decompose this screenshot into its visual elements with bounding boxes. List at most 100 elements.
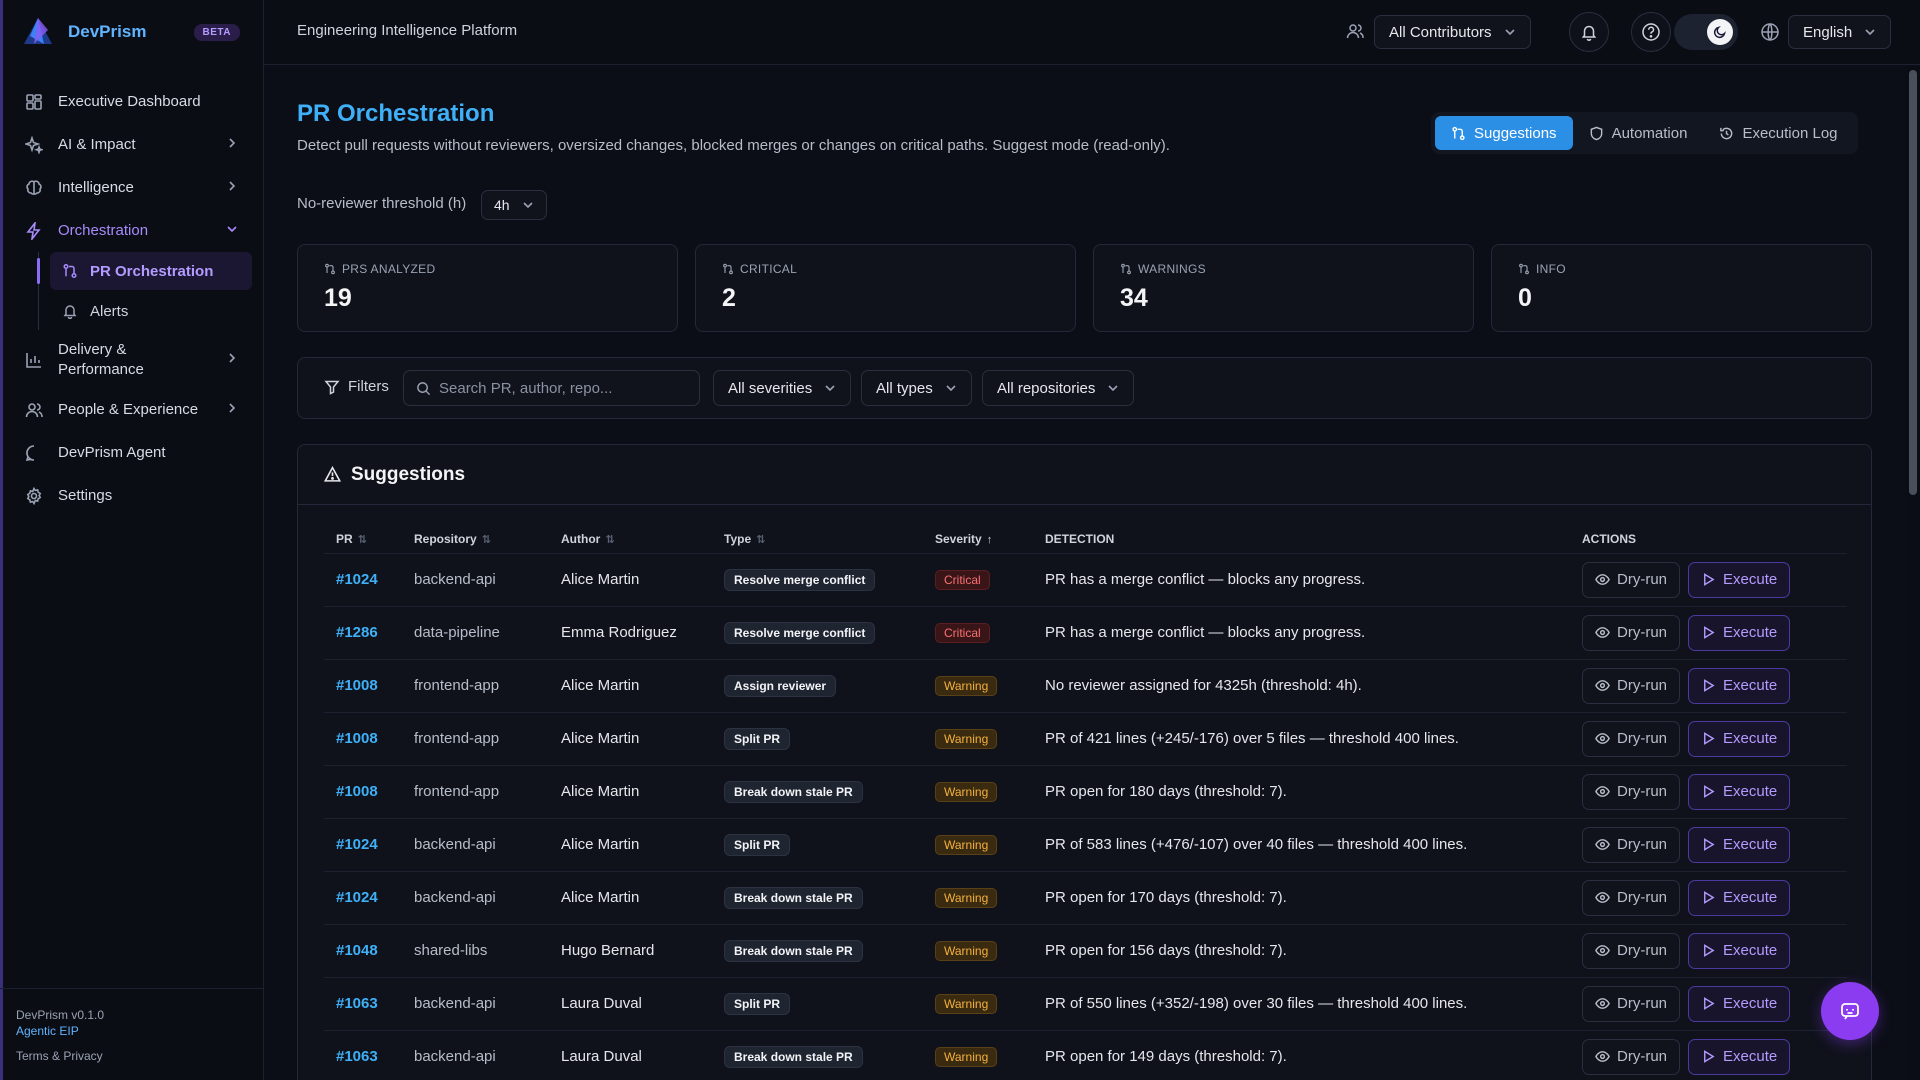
tab-suggestions[interactable]: Suggestions <box>1435 116 1573 150</box>
dry-run-label: Dry-run <box>1617 571 1668 588</box>
severity-filter-select[interactable]: All severities <box>713 370 852 406</box>
help-icon <box>1641 22 1661 42</box>
sidebar-item-delivery-performance[interactable]: Delivery & Performance <box>12 332 252 388</box>
column-header-author[interactable]: Author ⇅ <box>549 525 712 553</box>
detection-cell: No reviewer assigned for 4325h (threshol… <box>1033 658 1570 712</box>
execute-button[interactable]: Execute <box>1688 826 1791 863</box>
language-select[interactable]: English <box>1788 15 1892 49</box>
execute-button[interactable]: Execute <box>1688 561 1791 598</box>
stat-label: WARNINGS <box>1138 262 1206 276</box>
stat-label: PRS ANALYZED <box>342 262 436 276</box>
theme-toggle[interactable] <box>1674 14 1738 50</box>
dry-run-button[interactable]: Dry-run <box>1582 720 1681 757</box>
dry-run-button[interactable]: Dry-run <box>1582 561 1681 598</box>
sidebar-item-ai-impact[interactable]: AI & Impact <box>12 123 252 166</box>
sidebar-item-executive-dashboard[interactable]: Executive Dashboard <box>12 80 252 123</box>
threshold-select[interactable]: 4h <box>481 190 547 220</box>
dry-run-button[interactable]: Dry-run <box>1582 826 1681 863</box>
actions-cell: Dry-run Execute <box>1570 1029 1847 1080</box>
table-row: #1024 backend-api Alice Martin Resolve merg… <box>324 552 1847 606</box>
pr-number-link[interactable]: #1024 <box>324 817 402 871</box>
detection-cell: PR has a merge conflict — blocks any pro… <box>1033 552 1570 606</box>
notifications-button[interactable] <box>1569 12 1609 52</box>
scrollbar-thumb[interactable] <box>1909 70 1917 495</box>
help-button[interactable] <box>1631 12 1671 52</box>
pr-number-link[interactable]: #1008 <box>324 764 402 818</box>
sidebar-item-orchestration[interactable]: Orchestration <box>12 209 252 252</box>
repository-cell: backend-api <box>402 976 549 1030</box>
severity-badge: Warning <box>935 675 998 696</box>
pr-number-link[interactable]: #1063 <box>324 976 402 1030</box>
execute-label: Execute <box>1723 571 1778 588</box>
severity-cell: Warning <box>923 711 1033 765</box>
suggestions-table: PR ⇅ Repository ⇅ Author ⇅ Type ⇅ Severity ↑ … <box>324 525 1847 1080</box>
sidebar-subitem-alerts[interactable]: Alerts <box>50 292 252 330</box>
pr-number-link[interactable]: #1063 <box>324 1029 402 1080</box>
pr-number-link[interactable]: #1286 <box>324 605 402 659</box>
pr-number-link[interactable]: #1008 <box>324 711 402 765</box>
sidebar-subitem-pr-orchestration[interactable]: PR Orchestration <box>37 252 252 290</box>
execute-button[interactable]: Execute <box>1688 667 1791 704</box>
execute-button[interactable]: Execute <box>1688 720 1791 757</box>
table-row: #1024 backend-api Alice Martin Break down s… <box>324 870 1847 924</box>
column-header-label: Repository <box>414 531 477 546</box>
severity-badge: Critical <box>935 569 990 590</box>
detection-cell: PR open for 170 days (threshold: 7). <box>1033 870 1570 924</box>
sidebar-item-intelligence[interactable]: Intelligence <box>12 166 252 209</box>
suggestions-card-header: Suggestions <box>298 445 1871 505</box>
execute-button[interactable]: Execute <box>1688 985 1791 1022</box>
contributors-select[interactable]: All Contributors <box>1374 15 1531 49</box>
stat-value: 2 <box>722 284 736 312</box>
column-header-repository[interactable]: Repository ⇅ <box>402 525 549 553</box>
bot-chat-icon <box>1838 999 1862 1023</box>
pr-number-link[interactable]: #1048 <box>324 923 402 977</box>
sidebar-item-devprism-agent[interactable]: DevPrism Agent <box>12 431 252 474</box>
type-filter-select[interactable]: All types <box>861 370 972 406</box>
sidebar-item-label: Intelligence <box>58 179 134 196</box>
search-input[interactable] <box>439 379 679 397</box>
page-scrollbar[interactable] <box>1906 66 1920 1080</box>
gear-icon <box>24 486 44 506</box>
pr-number-link[interactable]: #1024 <box>324 552 402 606</box>
column-header-label: ACTIONS <box>1582 531 1636 546</box>
search-box[interactable] <box>403 370 700 406</box>
assistant-chat-button[interactable] <box>1821 982 1879 1040</box>
column-header-severity[interactable]: Severity ↑ <box>923 525 1033 553</box>
top-header: Engineering Intelligence Platform All Co… <box>264 0 1920 65</box>
execute-button[interactable]: Execute <box>1688 879 1791 916</box>
git-pull-request-icon <box>1451 126 1466 141</box>
execute-button[interactable]: Execute <box>1688 932 1791 969</box>
dry-run-button[interactable]: Dry-run <box>1582 773 1681 810</box>
dry-run-button[interactable]: Dry-run <box>1582 1038 1681 1075</box>
sidebar-item-people-experience[interactable]: People & Experience <box>12 388 252 431</box>
sidebar-footer: DevPrism v0.1.0 Agentic EIP Terms & Priv… <box>0 988 264 1064</box>
dry-run-button[interactable]: Dry-run <box>1582 879 1681 916</box>
column-header-label: Severity <box>935 531 982 546</box>
chevron-right-icon <box>226 350 238 370</box>
dry-run-button[interactable]: Dry-run <box>1582 667 1681 704</box>
dry-run-label: Dry-run <box>1617 677 1668 694</box>
play-icon <box>1701 890 1716 905</box>
brand[interactable]: DevPrism BETA <box>20 12 250 52</box>
column-header-type[interactable]: Type ⇅ <box>712 525 923 553</box>
actions-cell: Dry-run Execute <box>1570 764 1847 818</box>
pr-number-link[interactable]: #1008 <box>324 658 402 712</box>
dry-run-button[interactable]: Dry-run <box>1582 932 1681 969</box>
dry-run-button[interactable]: Dry-run <box>1582 985 1681 1022</box>
warning-triangle-icon <box>324 466 341 483</box>
execute-button[interactable]: Execute <box>1688 1038 1791 1075</box>
execute-button[interactable]: Execute <box>1688 773 1791 810</box>
repository-filter-select[interactable]: All repositories <box>982 370 1135 406</box>
pr-number-link[interactable]: #1024 <box>324 870 402 924</box>
type-cell: Break down stale PR <box>712 870 923 924</box>
sidebar-item-settings[interactable]: Settings <box>12 474 252 517</box>
play-icon <box>1701 678 1716 693</box>
tab-automation[interactable]: Automation <box>1573 116 1704 150</box>
tab-execution-log[interactable]: Execution Log <box>1703 116 1853 150</box>
dry-run-button[interactable]: Dry-run <box>1582 614 1681 651</box>
terms-link[interactable]: Terms & Privacy <box>16 1048 264 1064</box>
execute-button[interactable]: Execute <box>1688 614 1791 651</box>
column-header-pr[interactable]: PR ⇅ <box>324 525 402 553</box>
git-pull-request-icon <box>1518 263 1530 275</box>
severity-cell: Critical <box>923 605 1033 659</box>
